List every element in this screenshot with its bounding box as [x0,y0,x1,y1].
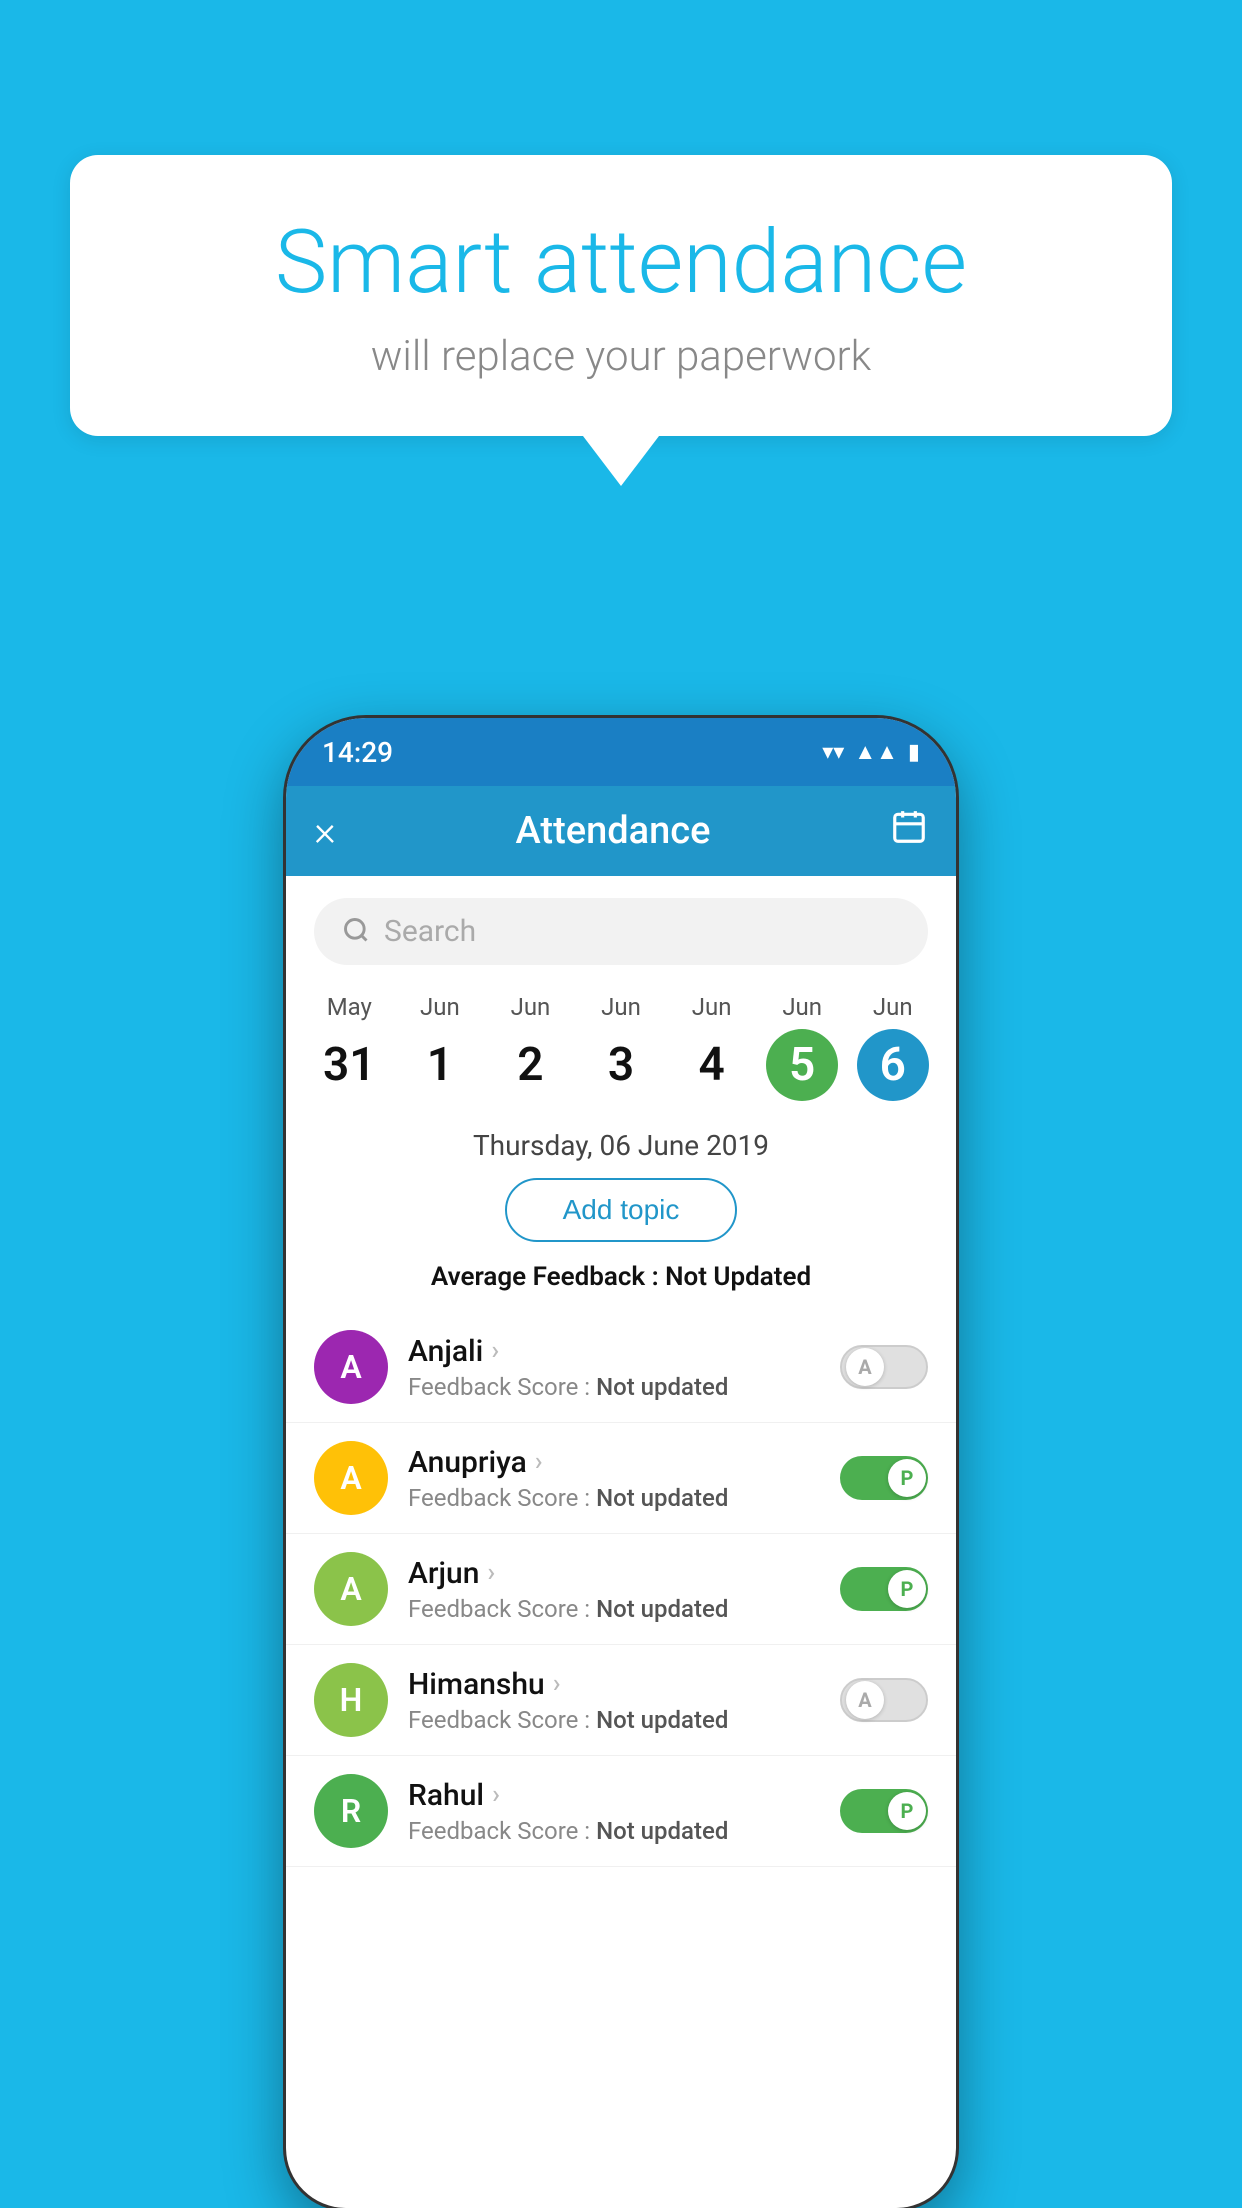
search-icon [342,916,370,948]
student-avatar: A [314,1441,388,1515]
chevron-right-icon: › [553,1669,561,1699]
student-avatar: A [314,1552,388,1626]
calendar-day-6[interactable]: Jun6 [847,993,938,1101]
speech-bubble: Smart attendance will replace your paper… [70,155,1172,436]
search-bar[interactable]: Search [314,898,928,965]
student-info: Himanshu › Feedback Score : Not updated [408,1667,840,1734]
student-name: Anjali › [408,1334,840,1369]
student-info: Rahul › Feedback Score : Not updated [408,1778,840,1845]
student-info: Arjun › Feedback Score : Not updated [408,1556,840,1623]
calendar-strip: May31Jun1Jun2Jun3Jun4Jun5Jun6 [286,983,956,1117]
attendance-toggle[interactable]: P [840,1456,928,1500]
attendance-toggle[interactable]: P [840,1789,928,1833]
calendar-day-3[interactable]: Jun3 [576,993,667,1101]
student-name: Anupriya › [408,1445,840,1480]
student-feedback: Feedback Score : Not updated [408,1595,840,1623]
calendar-day-5[interactable]: Jun5 [757,993,848,1101]
app-toolbar: × Attendance [286,786,956,876]
screen-title: Attendance [516,809,711,853]
calendar-day-2[interactable]: Jun2 [485,993,576,1101]
speech-bubble-container: Smart attendance will replace your paper… [70,155,1172,486]
attendance-toggle[interactable]: A [840,1345,928,1389]
student-row[interactable]: A Anupriya › Feedback Score : Not updatedP [286,1423,956,1534]
avg-feedback: Average Feedback : Not Updated [286,1262,956,1292]
student-row[interactable]: R Rahul › Feedback Score : Not updatedP [286,1756,956,1867]
student-info: Anjali › Feedback Score : Not updated [408,1334,840,1401]
content-area: Search May31Jun1Jun2Jun3Jun4Jun5Jun6 Thu… [286,876,956,1867]
student-row[interactable]: AAnjali ›Feedback Score : Not updatedA [286,1312,956,1423]
phone-frame: 14:29 ▾▾ ▲▲ ▮ × Attendance [286,718,956,2208]
calendar-day-4[interactable]: Jun4 [666,993,757,1101]
attendance-toggle[interactable]: A [840,1678,928,1722]
chevron-right-icon: › [535,1447,543,1477]
status-time: 14:29 [322,736,393,769]
student-feedback: Feedback Score : Not updated [408,1373,840,1401]
student-feedback: Feedback Score : Not updated [408,1484,840,1512]
wifi-icon: ▾▾ [822,740,844,765]
close-button[interactable]: × [314,807,336,856]
status-icons: ▾▾ ▲▲ ▮ [822,739,920,765]
add-topic-button[interactable]: Add topic [505,1178,738,1242]
student-avatar: A [314,1330,388,1404]
status-bar: 14:29 ▾▾ ▲▲ ▮ [286,718,956,786]
attendance-toggle[interactable]: P [840,1567,928,1611]
student-info: Anupriya › Feedback Score : Not updated [408,1445,840,1512]
student-name: Himanshu › [408,1667,840,1702]
search-placeholder: Search [384,914,476,949]
chevron-right-icon: › [491,1336,499,1366]
chevron-right-icon: › [487,1558,495,1588]
student-row[interactable]: A Arjun › Feedback Score : Not updatedP [286,1534,956,1645]
chevron-right-icon: › [492,1780,500,1810]
student-row[interactable]: H Himanshu › Feedback Score : Not updatedA [286,1645,956,1756]
student-feedback: Feedback Score : Not updated [408,1706,840,1734]
calendar-day-0[interactable]: May31 [304,993,395,1101]
speech-bubble-title: Smart attendance [150,215,1092,312]
signal-icon: ▲▲ [854,739,898,765]
battery-icon: ▮ [908,740,920,765]
student-avatar: H [314,1663,388,1737]
speech-bubble-subtitle: will replace your paperwork [150,332,1092,381]
student-feedback: Feedback Score : Not updated [408,1817,840,1845]
student-avatar: R [314,1774,388,1848]
speech-bubble-pointer [583,436,659,486]
selected-date-label: Thursday, 06 June 2019 [286,1129,956,1162]
student-list: AAnjali ›Feedback Score : Not updatedAAA… [286,1312,956,1867]
student-name: Arjun › [408,1556,840,1591]
calendar-icon[interactable] [890,808,928,855]
student-name: Rahul › [408,1778,840,1813]
phone-screen: 14:29 ▾▾ ▲▲ ▮ × Attendance [286,718,956,2208]
calendar-day-1[interactable]: Jun1 [395,993,486,1101]
